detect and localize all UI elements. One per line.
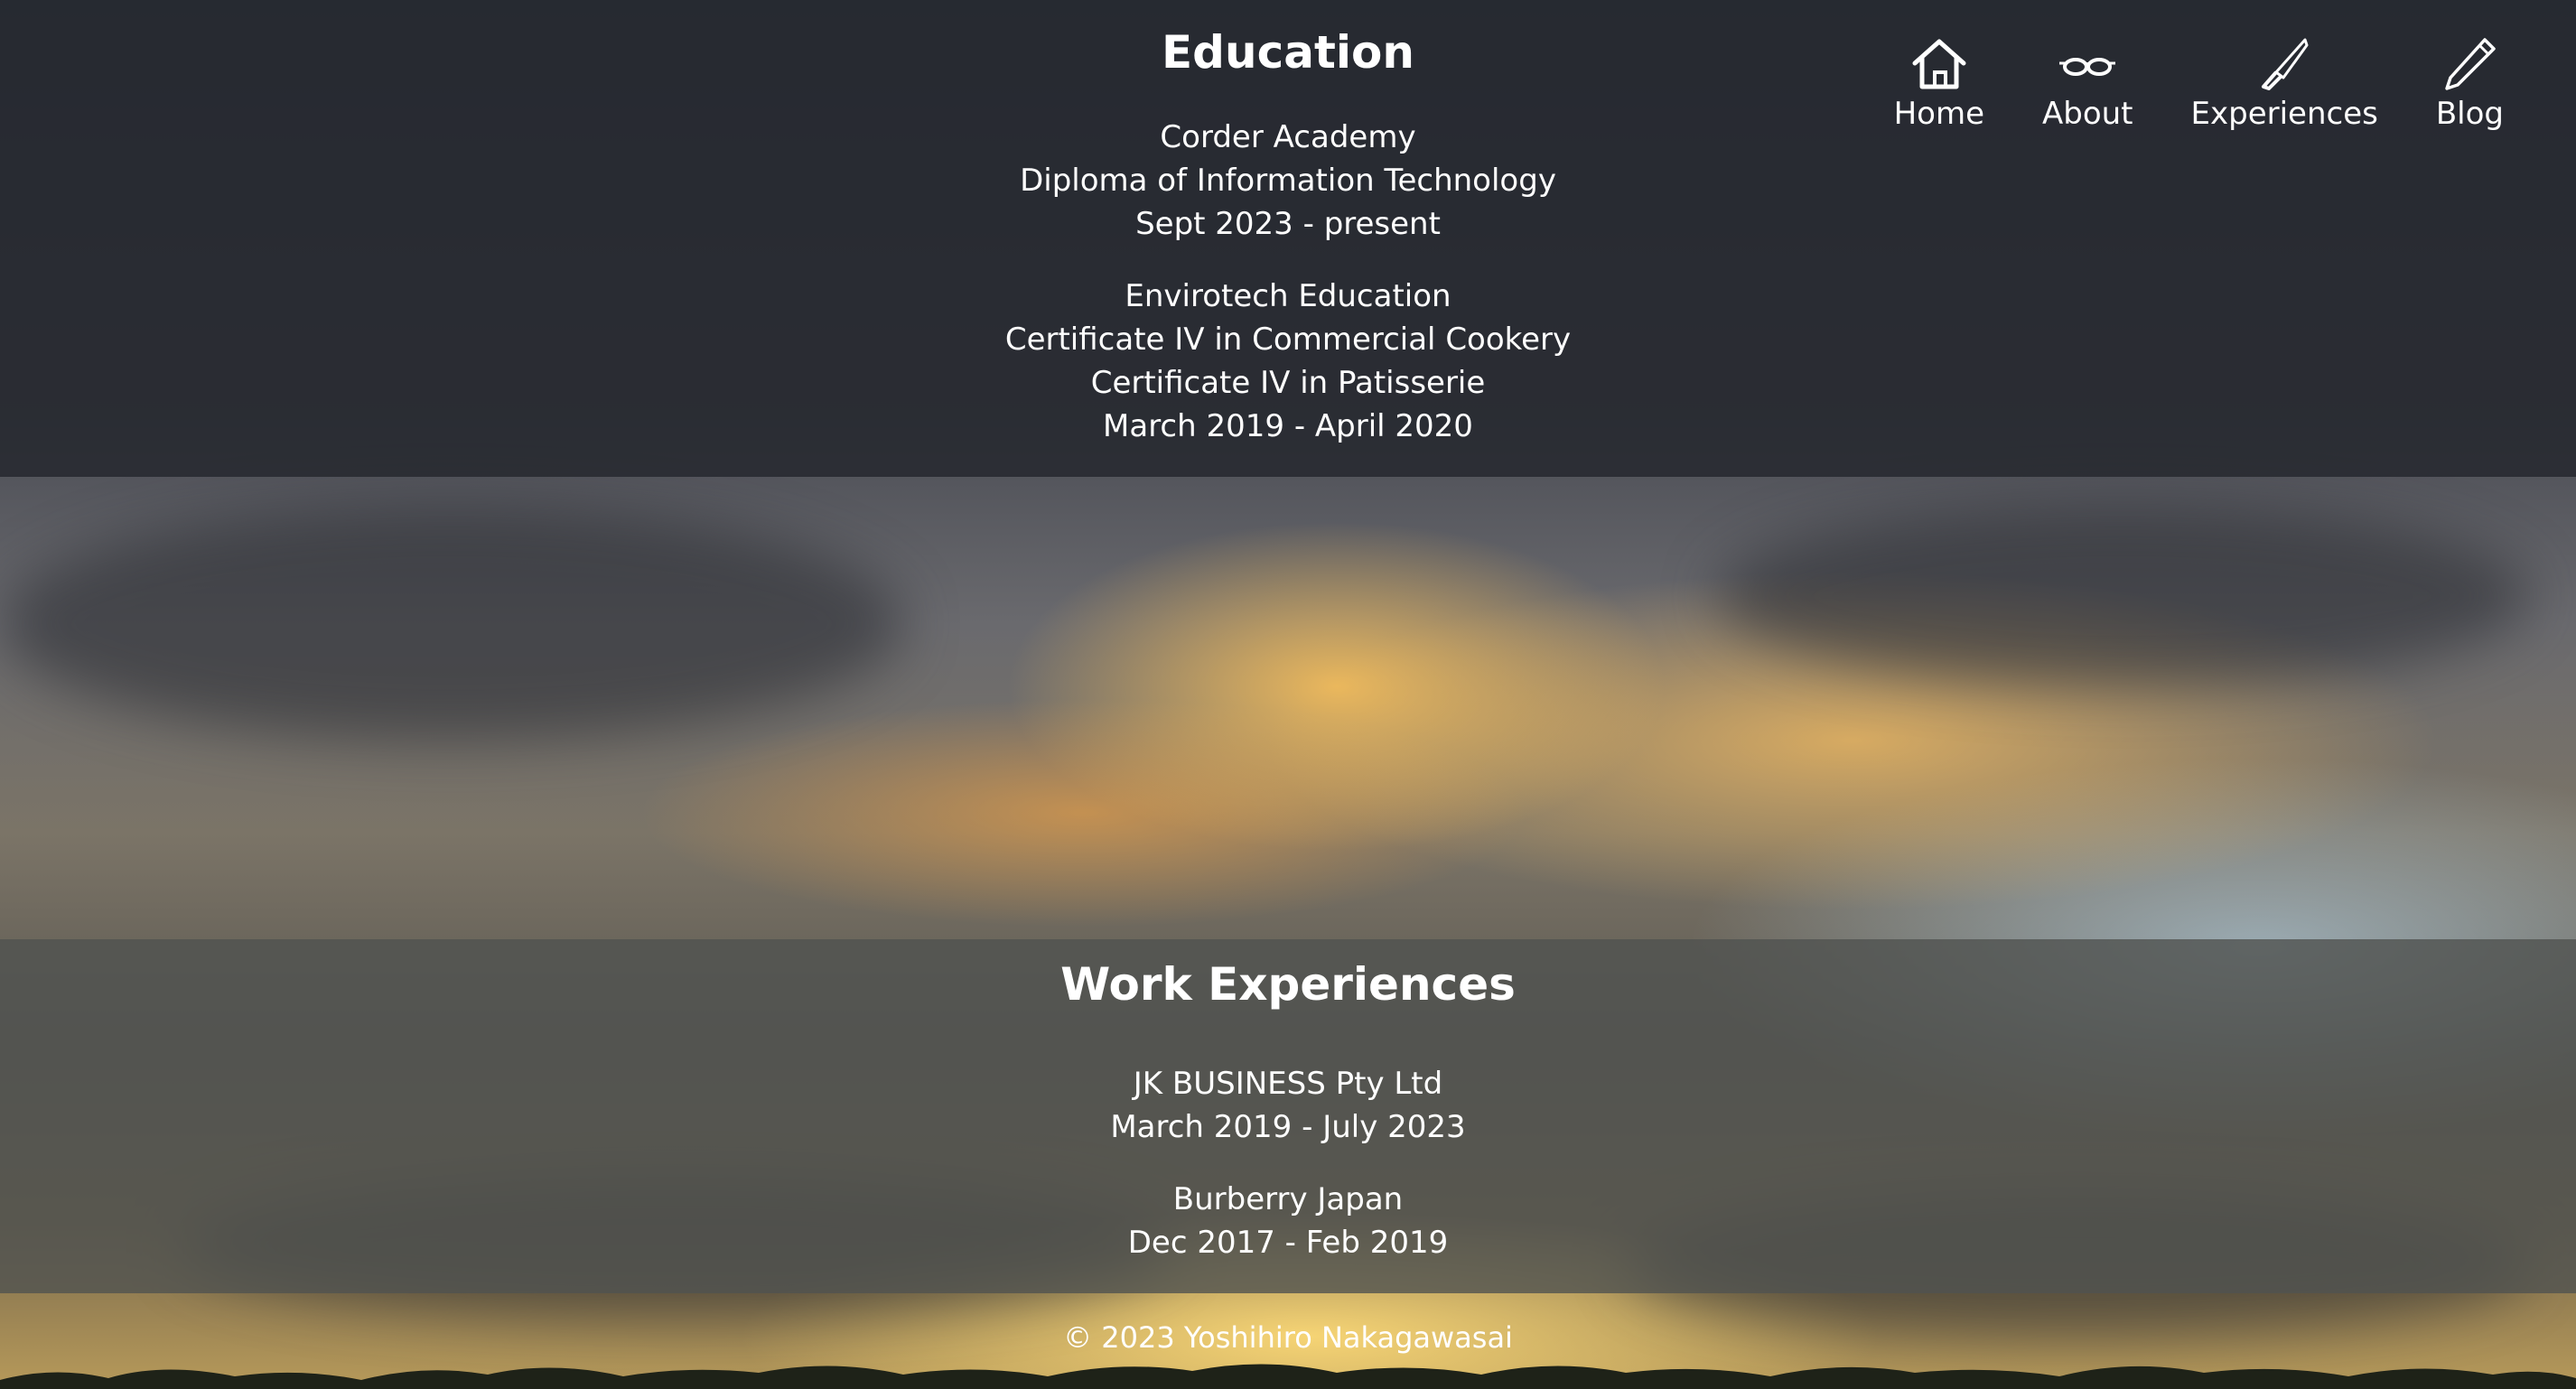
nav-item-blog[interactable]: Blog xyxy=(2436,36,2504,132)
school-name: Envirotech Education xyxy=(1125,278,1451,314)
nav-item-experiences[interactable]: Experiences xyxy=(2191,36,2378,132)
qualification: Certificate IV in Commercial Cookery xyxy=(1004,322,1572,358)
nav-label-blog: Blog xyxy=(2435,96,2504,132)
date-range: Dec 2017 - Feb 2019 xyxy=(1127,1225,1449,1261)
nav-label-home: Home xyxy=(1893,96,1984,132)
nav-item-about[interactable]: About xyxy=(2042,36,2133,132)
company-name: JK BUSINESS Pty Ltd xyxy=(1133,1066,1443,1102)
copyright-text: © 2023 Yoshihiro Nakagawasai xyxy=(1063,1320,1513,1355)
date-range: March 2019 - July 2023 xyxy=(1110,1109,1466,1145)
date-range: Sept 2023 - present xyxy=(1135,206,1441,242)
education-entry: Corder Academy Diploma of Information Te… xyxy=(0,116,2576,246)
work-section: Work Experiences JK BUSINESS Pty Ltd Mar… xyxy=(0,939,2576,1293)
page-background: Education Corder Academy Diploma of Info… xyxy=(0,0,2576,1389)
home-icon xyxy=(1912,39,1966,89)
work-title: Work Experiences xyxy=(1060,958,1516,1011)
company-name: Burberry Japan xyxy=(1172,1181,1404,1217)
education-entry: Envirotech Education Certificate IV in C… xyxy=(0,275,2576,448)
tree-silhouette xyxy=(0,1364,2576,1389)
nav-label-experiences: Experiences xyxy=(2190,96,2378,132)
work-entry: JK BUSINESS Pty Ltd March 2019 - July 20… xyxy=(0,1062,2576,1149)
footer: © 2023 Yoshihiro Nakagawasai xyxy=(0,1320,2576,1355)
work-entry: Burberry Japan Dec 2017 - Feb 2019 xyxy=(0,1178,2576,1264)
qualification: Certificate IV in Patisserie xyxy=(1090,365,1486,401)
qualification: Diploma of Information Technology xyxy=(1020,163,1556,199)
knife-icon xyxy=(2262,38,2309,90)
date-range: March 2019 - April 2020 xyxy=(1103,408,1473,444)
nav-label-about: About xyxy=(2041,96,2133,132)
main-nav: Home About Experiences Blog xyxy=(1894,36,2504,132)
cloud-shape xyxy=(1716,506,2529,686)
cloud-shape xyxy=(0,506,903,741)
glasses-icon xyxy=(2059,58,2116,76)
pencil-icon xyxy=(2445,38,2497,90)
nav-item-home[interactable]: Home xyxy=(1894,36,1984,132)
